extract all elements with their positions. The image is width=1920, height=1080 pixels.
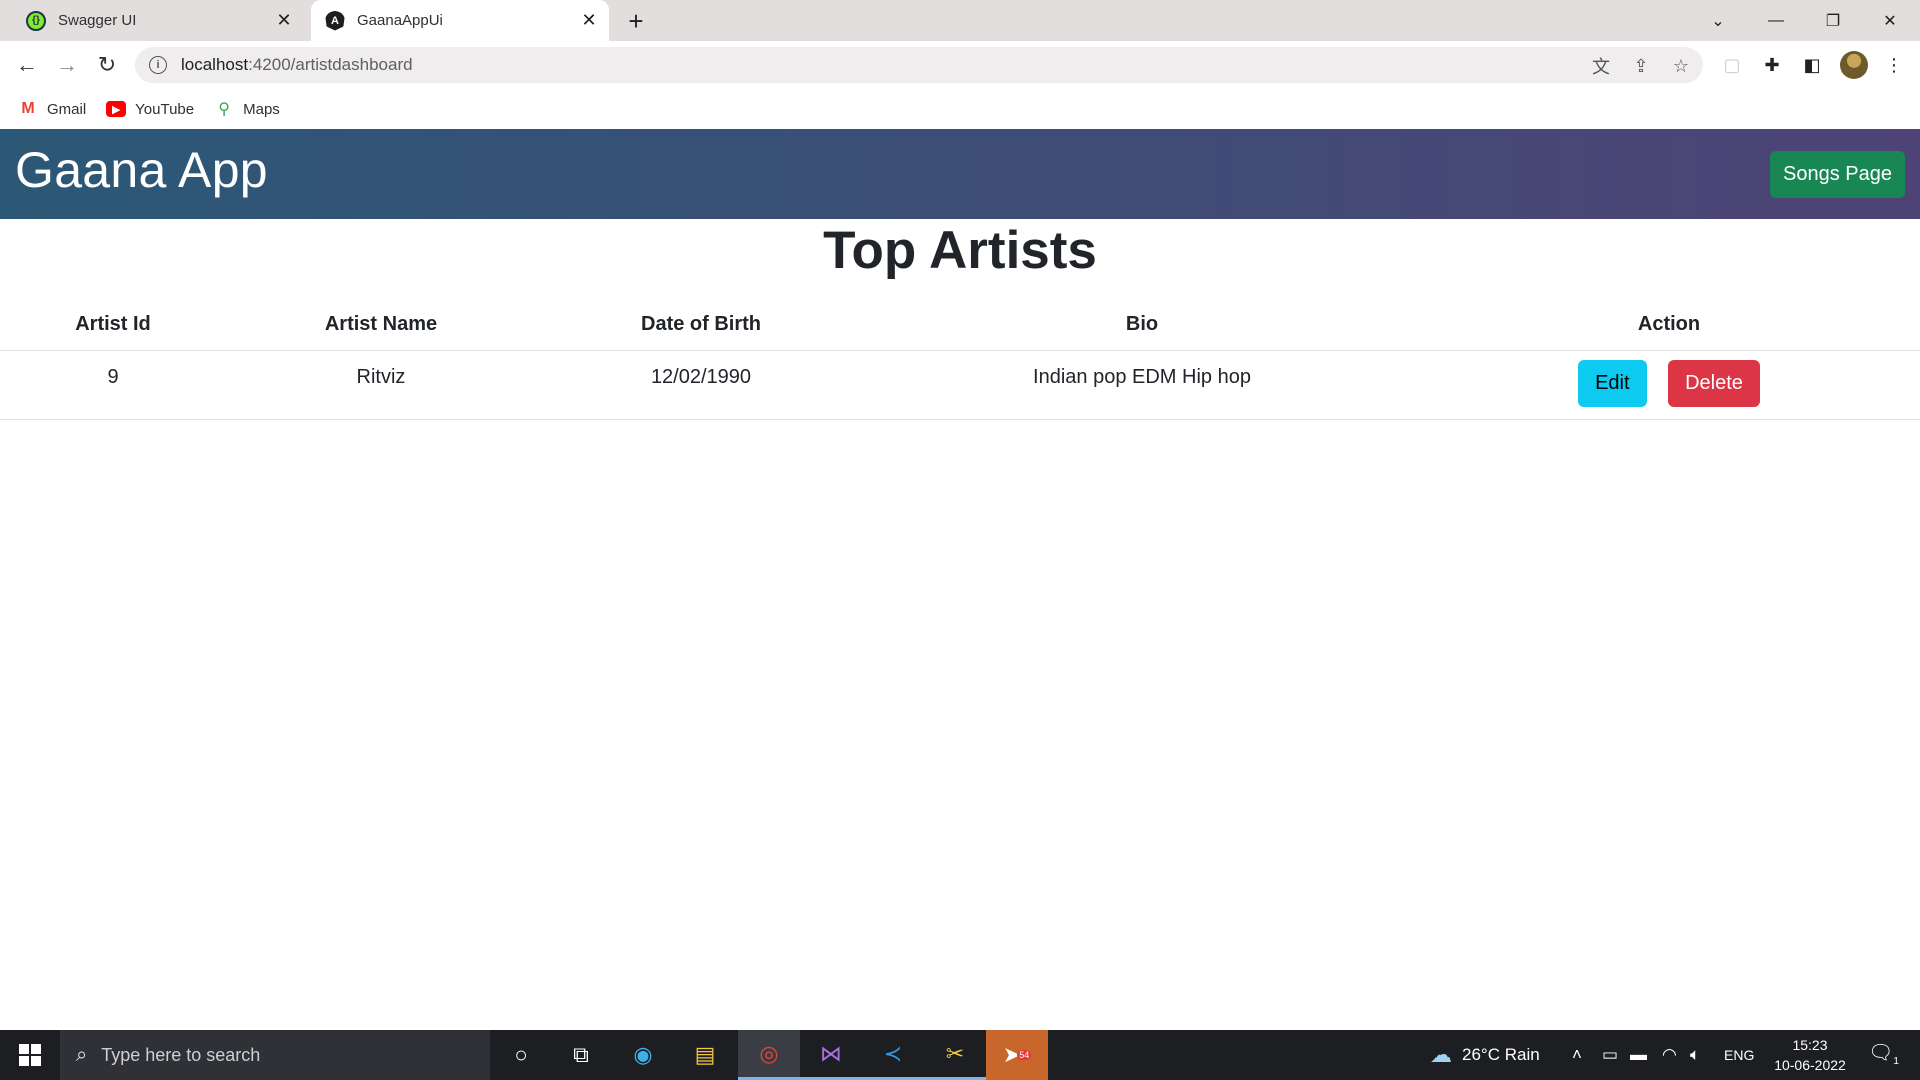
side-panel-icon[interactable]: ◧ — [1800, 53, 1824, 77]
table-row: 9 Ritviz 12/02/1990 Indian pop EDM Hip h… — [0, 350, 1920, 420]
url-path: :4200/artistdashboard — [248, 55, 413, 74]
system-clock[interactable]: 15:23 10-06-2022 — [1760, 1035, 1860, 1075]
cell-artist-name: Ritviz — [226, 350, 536, 420]
tab-title: GaanaAppUi — [357, 12, 443, 29]
clock-date: 10-06-2022 — [1774, 1057, 1846, 1073]
meet-now-icon[interactable]: ▭ — [1602, 1030, 1618, 1080]
angular-icon: A — [325, 10, 345, 31]
forward-button[interactable]: → — [50, 48, 84, 82]
gmail-icon: M — [21, 100, 35, 117]
start-button[interactable] — [0, 1030, 60, 1080]
close-window-button[interactable]: ✕ — [1862, 0, 1918, 41]
new-tab-button[interactable]: + — [622, 6, 650, 36]
wifi-icon[interactable]: ◠ — [1662, 1030, 1677, 1080]
bookmark-label: Gmail — [47, 100, 87, 118]
column-header-artist-id: Artist Id — [0, 300, 226, 351]
snipping-tool-icon[interactable]: ✂ — [924, 1030, 986, 1080]
weather-text: 26°C Rain — [1462, 1045, 1540, 1064]
address-bar[interactable]: i localhost:4200/artistdashboard 文 ⇪ ☆ — [135, 47, 1703, 83]
extensions-puzzle-icon[interactable]: ✚ — [1760, 53, 1784, 77]
bookmark-label: YouTube — [135, 100, 195, 118]
vscode-icon[interactable]: ≺ — [862, 1030, 924, 1080]
screen: {} Swagger UI ✕ A GaanaAppUi ✕ + ⌄ — ❐ ✕… — [0, 0, 1920, 1080]
volume-icon[interactable]: 🔈︎ — [1690, 1030, 1700, 1080]
browser-toolbar: ← → ↻ i localhost:4200/artistdashboard 文… — [0, 41, 1920, 89]
notification-count: 1 — [1893, 1056, 1899, 1067]
search-placeholder: Type here to search — [101, 1044, 261, 1065]
rain-cloud-icon: ☁ — [1430, 1042, 1452, 1067]
share-icon[interactable]: ⇪ — [1630, 55, 1652, 77]
bookmark-maps[interactable]: ⚲ Maps — [214, 100, 280, 119]
back-button[interactable]: ← — [10, 48, 44, 82]
menu-kebab-icon[interactable]: ⋮ — [1882, 53, 1906, 77]
artists-table: Artist Id Artist Name Date of Birth Bio … — [0, 300, 1920, 420]
taskbar-search-box[interactable]: ⌕ Type here to search — [60, 1030, 490, 1080]
songs-page-button[interactable]: Songs Page — [1770, 151, 1905, 198]
bookmark-label: Maps — [243, 100, 280, 118]
swagger-icon: {} — [26, 10, 46, 31]
bookmark-youtube[interactable]: ▶ YouTube — [106, 101, 194, 118]
page-title: Top Artists — [823, 221, 1097, 280]
url-text[interactable]: localhost:4200/artistdashboard — [181, 55, 413, 75]
battery-icon[interactable]: ▬ — [1630, 1030, 1647, 1080]
cell-bio: Indian pop EDM Hip hop — [866, 350, 1418, 420]
column-header-date-of-birth: Date of Birth — [536, 300, 866, 351]
reload-button[interactable]: ↻ — [90, 48, 124, 82]
url-host: localhost — [181, 55, 249, 74]
translate-icon[interactable]: 文 — [1590, 55, 1612, 77]
windows-logo-icon — [19, 1044, 41, 1066]
notification-center-icon[interactable]: 🗨︎1 — [1868, 1040, 1899, 1067]
tab-title: Swagger UI — [58, 12, 137, 29]
tab-gaanaappui[interactable]: A GaanaAppUi ✕ — [311, 0, 609, 41]
telegram-icon[interactable]: ➤ 54 — [986, 1030, 1048, 1080]
column-header-artist-name: Artist Name — [226, 300, 536, 351]
cell-artist-id: 9 — [0, 350, 226, 420]
delete-button[interactable]: Delete — [1668, 359, 1760, 407]
search-icon: ⌕ — [76, 1043, 88, 1066]
edit-button[interactable]: Edit — [1578, 359, 1647, 407]
youtube-icon: ▶ — [106, 101, 127, 117]
profile-avatar[interactable] — [1840, 51, 1868, 79]
tab-search-chevron-icon[interactable]: ⌄ — [1690, 0, 1746, 41]
app-brand[interactable]: Gaana App — [15, 141, 268, 199]
clock-time: 15:23 — [1792, 1037, 1828, 1053]
cortana-icon[interactable]: ○ — [490, 1030, 552, 1080]
chrome-icon[interactable]: ◎ — [738, 1030, 800, 1080]
tab-swagger-ui[interactable]: {} Swagger UI ✕ — [12, 0, 304, 41]
language-indicator[interactable]: ENG — [1724, 1030, 1754, 1080]
tray-chevron-up-icon[interactable]: ˄ — [1572, 1030, 1582, 1080]
minimize-button[interactable]: — — [1748, 0, 1804, 41]
bookmark-gmail[interactable]: M Gmail — [18, 100, 87, 118]
app-header: Gaana App Songs Page — [0, 129, 1920, 219]
file-explorer-icon[interactable]: ▤ — [674, 1030, 736, 1080]
cell-date-of-birth: 12/02/1990 — [536, 350, 866, 420]
task-view-icon[interactable]: ⧉ — [550, 1030, 612, 1080]
visual-studio-icon[interactable]: ⋈ — [800, 1030, 862, 1080]
close-icon[interactable]: ✕ — [577, 9, 601, 33]
bookmark-star-icon[interactable]: ☆ — [1670, 55, 1692, 77]
column-header-bio: Bio — [866, 300, 1418, 351]
table-header-row: Artist Id Artist Name Date of Birth Bio … — [0, 300, 1920, 351]
extension-icon[interactable]: ▢ — [1720, 53, 1744, 77]
browser-tab-strip: {} Swagger UI ✕ A GaanaAppUi ✕ + ⌄ — ❐ ✕ — [0, 0, 1920, 41]
telegram-badge: 54 — [1017, 1050, 1032, 1060]
restore-button[interactable]: ❐ — [1805, 0, 1861, 41]
maps-icon: ⚲ — [218, 101, 230, 118]
edge-icon[interactable]: ◉ — [612, 1030, 674, 1080]
windows-taskbar: ⌕ Type here to search ○ ⧉ ◉ ▤ ◎ ⋈ ≺ ✂ ➤ 5… — [0, 1030, 1920, 1080]
weather-widget[interactable]: ☁ 26°C Rain — [1430, 1030, 1540, 1080]
bookmarks-bar: M Gmail ▶ YouTube ⚲ Maps — [0, 89, 1920, 129]
cell-actions: Edit Delete — [1418, 350, 1920, 420]
close-icon[interactable]: ✕ — [272, 9, 296, 33]
site-info-icon[interactable]: i — [149, 56, 167, 74]
column-header-action: Action — [1418, 300, 1920, 351]
